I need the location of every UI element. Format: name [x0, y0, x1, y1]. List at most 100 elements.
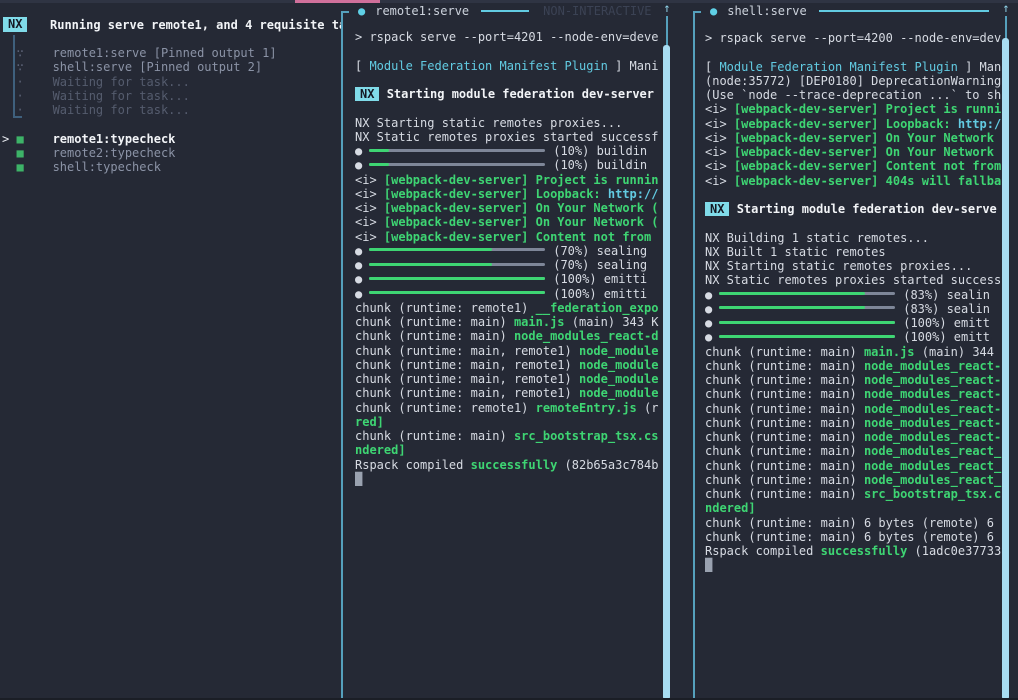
terminal-line — [355, 101, 691, 115]
text-segment: ● — [355, 272, 362, 286]
terminal-line: █ — [705, 558, 1016, 572]
task-label: Waiting for task... — [24, 103, 190, 117]
text-segment: (100%) emitt — [903, 316, 990, 330]
terminal-line: ●(100%) emitti — [355, 287, 691, 301]
task-list: ∵ remote1:serve [Pinned output 1] ∵ shel… — [2, 46, 277, 174]
text-segment: chunk (runtime: remote1) — [355, 401, 536, 415]
text-segment: > rspack serve --port=4200 --node-env=de… — [705, 31, 1001, 45]
terminal-line: chunk (runtime: main) main.js (main) 344 — [705, 345, 1016, 359]
task-label: shell:typecheck — [24, 160, 161, 174]
scrollbar-thumb[interactable] — [1002, 38, 1009, 700]
text-segment: (83%) sealin — [903, 302, 990, 316]
scrollbar-track[interactable] — [666, 16, 668, 46]
pane-title: shell:serve — [727, 4, 806, 18]
text-segment: [webpack-dev-server] Loopback: — [384, 187, 608, 201]
text-segment: <i> — [705, 102, 734, 116]
text-segment: chunk (runtime: main) — [705, 359, 864, 373]
terminal-line: red] — [355, 415, 691, 429]
text-segment: node_module — [579, 344, 658, 358]
progress-bar — [369, 277, 545, 280]
progress-fill — [369, 291, 545, 294]
text-segment: ● — [355, 158, 362, 172]
terminal-line: > rspack serve --port=4201 --node-env=de… — [355, 30, 691, 44]
scrollbar-thumb[interactable] — [663, 45, 670, 700]
task-row-shell-typecheck[interactable]: ■ shell:typecheck — [2, 160, 277, 174]
terminal-line: chunk (runtime: remote1) remoteEntry.js … — [355, 401, 691, 415]
terminal-line: <i> [webpack-dev-server] On Your Network… — [355, 215, 691, 229]
text-segment: (100%) emitti — [553, 287, 647, 301]
task-row-Waiting[interactable]: · Waiting for task... — [2, 89, 277, 103]
text-segment: chunk (runtime: main) — [355, 315, 514, 329]
terminal-line: chunk (runtime: main) node_modules_react… — [705, 416, 1016, 430]
task-row-Waiting[interactable]: · Waiting for task... — [2, 103, 277, 117]
selection-arrow-icon: > — [2, 132, 16, 146]
text-segment: chunk (runtime: main) 6 bytes (remote) 6 — [705, 516, 994, 530]
text-segment — [729, 202, 736, 216]
terminal-line: ●(10%) buildin — [355, 158, 691, 172]
text-segment: (70%) sealing — [553, 244, 647, 258]
terminal-line: (Use `node --trace-deprecation ...` to s… — [705, 88, 1016, 102]
progress-bar — [369, 163, 545, 166]
scrollbar[interactable]: ↑ — [660, 0, 674, 700]
text-segment: chunk (runtime: main) — [705, 345, 864, 359]
text-segment: chunk (runtime: main) — [705, 459, 864, 473]
text-segment: (100%) emitt — [903, 330, 990, 344]
task-row-remote2-typecheck[interactable]: ■ remote2:typecheck — [2, 146, 277, 160]
terminal-line: chunk (runtime: main) main.js (main) 343… — [355, 315, 691, 329]
text-segment: NX Starting static remotes proxies... — [705, 259, 972, 273]
scroll-up-icon[interactable]: ↑ — [660, 1, 674, 15]
scrollbar-track[interactable] — [1005, 16, 1007, 40]
text-segment: [ — [705, 60, 719, 74]
running-dot-icon: ● — [358, 4, 365, 18]
terminal-line: NX Starting static remotes proxies... — [355, 116, 691, 130]
scrollbar[interactable]: ↑ — [999, 0, 1013, 700]
task-success-square-icon: ■ — [16, 160, 23, 174]
terminal-line: <i> [webpack-dev-server] Project is runn… — [705, 102, 1016, 116]
text-segment: chunk (runtime: remote1) — [355, 301, 536, 315]
task-list-pane: NX Running serve remote1, and 4 requisit… — [0, 0, 341, 700]
text-segment: ● — [355, 244, 362, 258]
task-row-remote1-typecheck[interactable]: > ■ remote1:typecheck — [2, 132, 277, 146]
text-segment: chunk (runtime: main) — [705, 430, 864, 444]
text-segment: (70%) sealing — [553, 258, 647, 272]
pane-title: remote1:serve — [375, 4, 469, 18]
task-row-remote1-serve[interactable]: ∵ remote1:serve [Pinned output 1] — [2, 46, 277, 60]
text-segment: (10%) buildin — [553, 144, 647, 158]
terminal-line: <i> [webpack-dev-server] On Your Network — [705, 131, 1016, 145]
text-segment: __federation_expo — [536, 301, 659, 315]
task-row-shell-serve[interactable]: ∵ shell:serve [Pinned output 2] — [2, 60, 277, 74]
text-segment: main.js — [514, 315, 565, 329]
text-segment: (82b65a3c784b — [557, 458, 658, 472]
task-row-Waiting[interactable]: · Waiting for task... — [2, 75, 277, 89]
text-segment: Rspack compiled — [355, 458, 471, 472]
scroll-up-icon[interactable]: ↑ — [999, 1, 1013, 15]
task-waiting-dot-icon: · — [16, 103, 23, 117]
terminal-line: NX Starting module federation dev-serve — [705, 202, 1016, 216]
terminal-line: chunk (runtime: main) node_modules_react… — [705, 402, 1016, 416]
task-label: remote2:typecheck — [24, 146, 176, 160]
text-segment: node_modules_react_ — [864, 473, 1001, 487]
terminal-line: NX Building 1 static remotes... — [705, 231, 1016, 245]
terminal-line: Rspack compiled successfully (1adc0e3773… — [705, 544, 1016, 558]
text-segment: (main) 343 K — [565, 315, 659, 329]
pane-header[interactable]: ● remote1:serve NON-INTERACTIVE — [341, 3, 693, 19]
text-segment: chunk (runtime: main, remote1) — [355, 372, 579, 386]
text-segment: [webpack-dev-server] On Your Network ( — [384, 215, 659, 229]
text-segment: node_modules_react- — [864, 402, 1001, 416]
header-rule — [819, 10, 989, 12]
terminal-line: chunk (runtime: main) src_bootstrap_tsx.… — [355, 429, 691, 443]
progress-fill — [719, 292, 865, 295]
terminal-line: (node:35772) [DEP0180] DeprecationWarnin… — [705, 74, 1016, 88]
terminal-line: [ Module Federation Manifest Plugin ] Ma… — [355, 59, 691, 73]
terminal-line: <i> [webpack-dev-server] Loopback: http:… — [355, 187, 691, 201]
text-segment: (100%) emitti — [553, 272, 647, 286]
terminal-line: ●(83%) sealin — [705, 302, 1016, 316]
text-segment: (83%) sealin — [903, 288, 990, 302]
pane-header[interactable]: ● shell:serve — [693, 3, 1018, 19]
text-segment: ● — [355, 144, 362, 158]
text-segment: (node:35772) [DEP0180] DeprecationWarnin… — [705, 74, 1001, 88]
progress-fill — [719, 306, 865, 309]
terminal-line: chunk (runtime: main) node_modules_react… — [705, 473, 1016, 487]
terminal-line: NX Static remotes proxies started succes… — [355, 130, 691, 144]
terminal-line: NX Starting module federation dev-server — [355, 87, 691, 101]
